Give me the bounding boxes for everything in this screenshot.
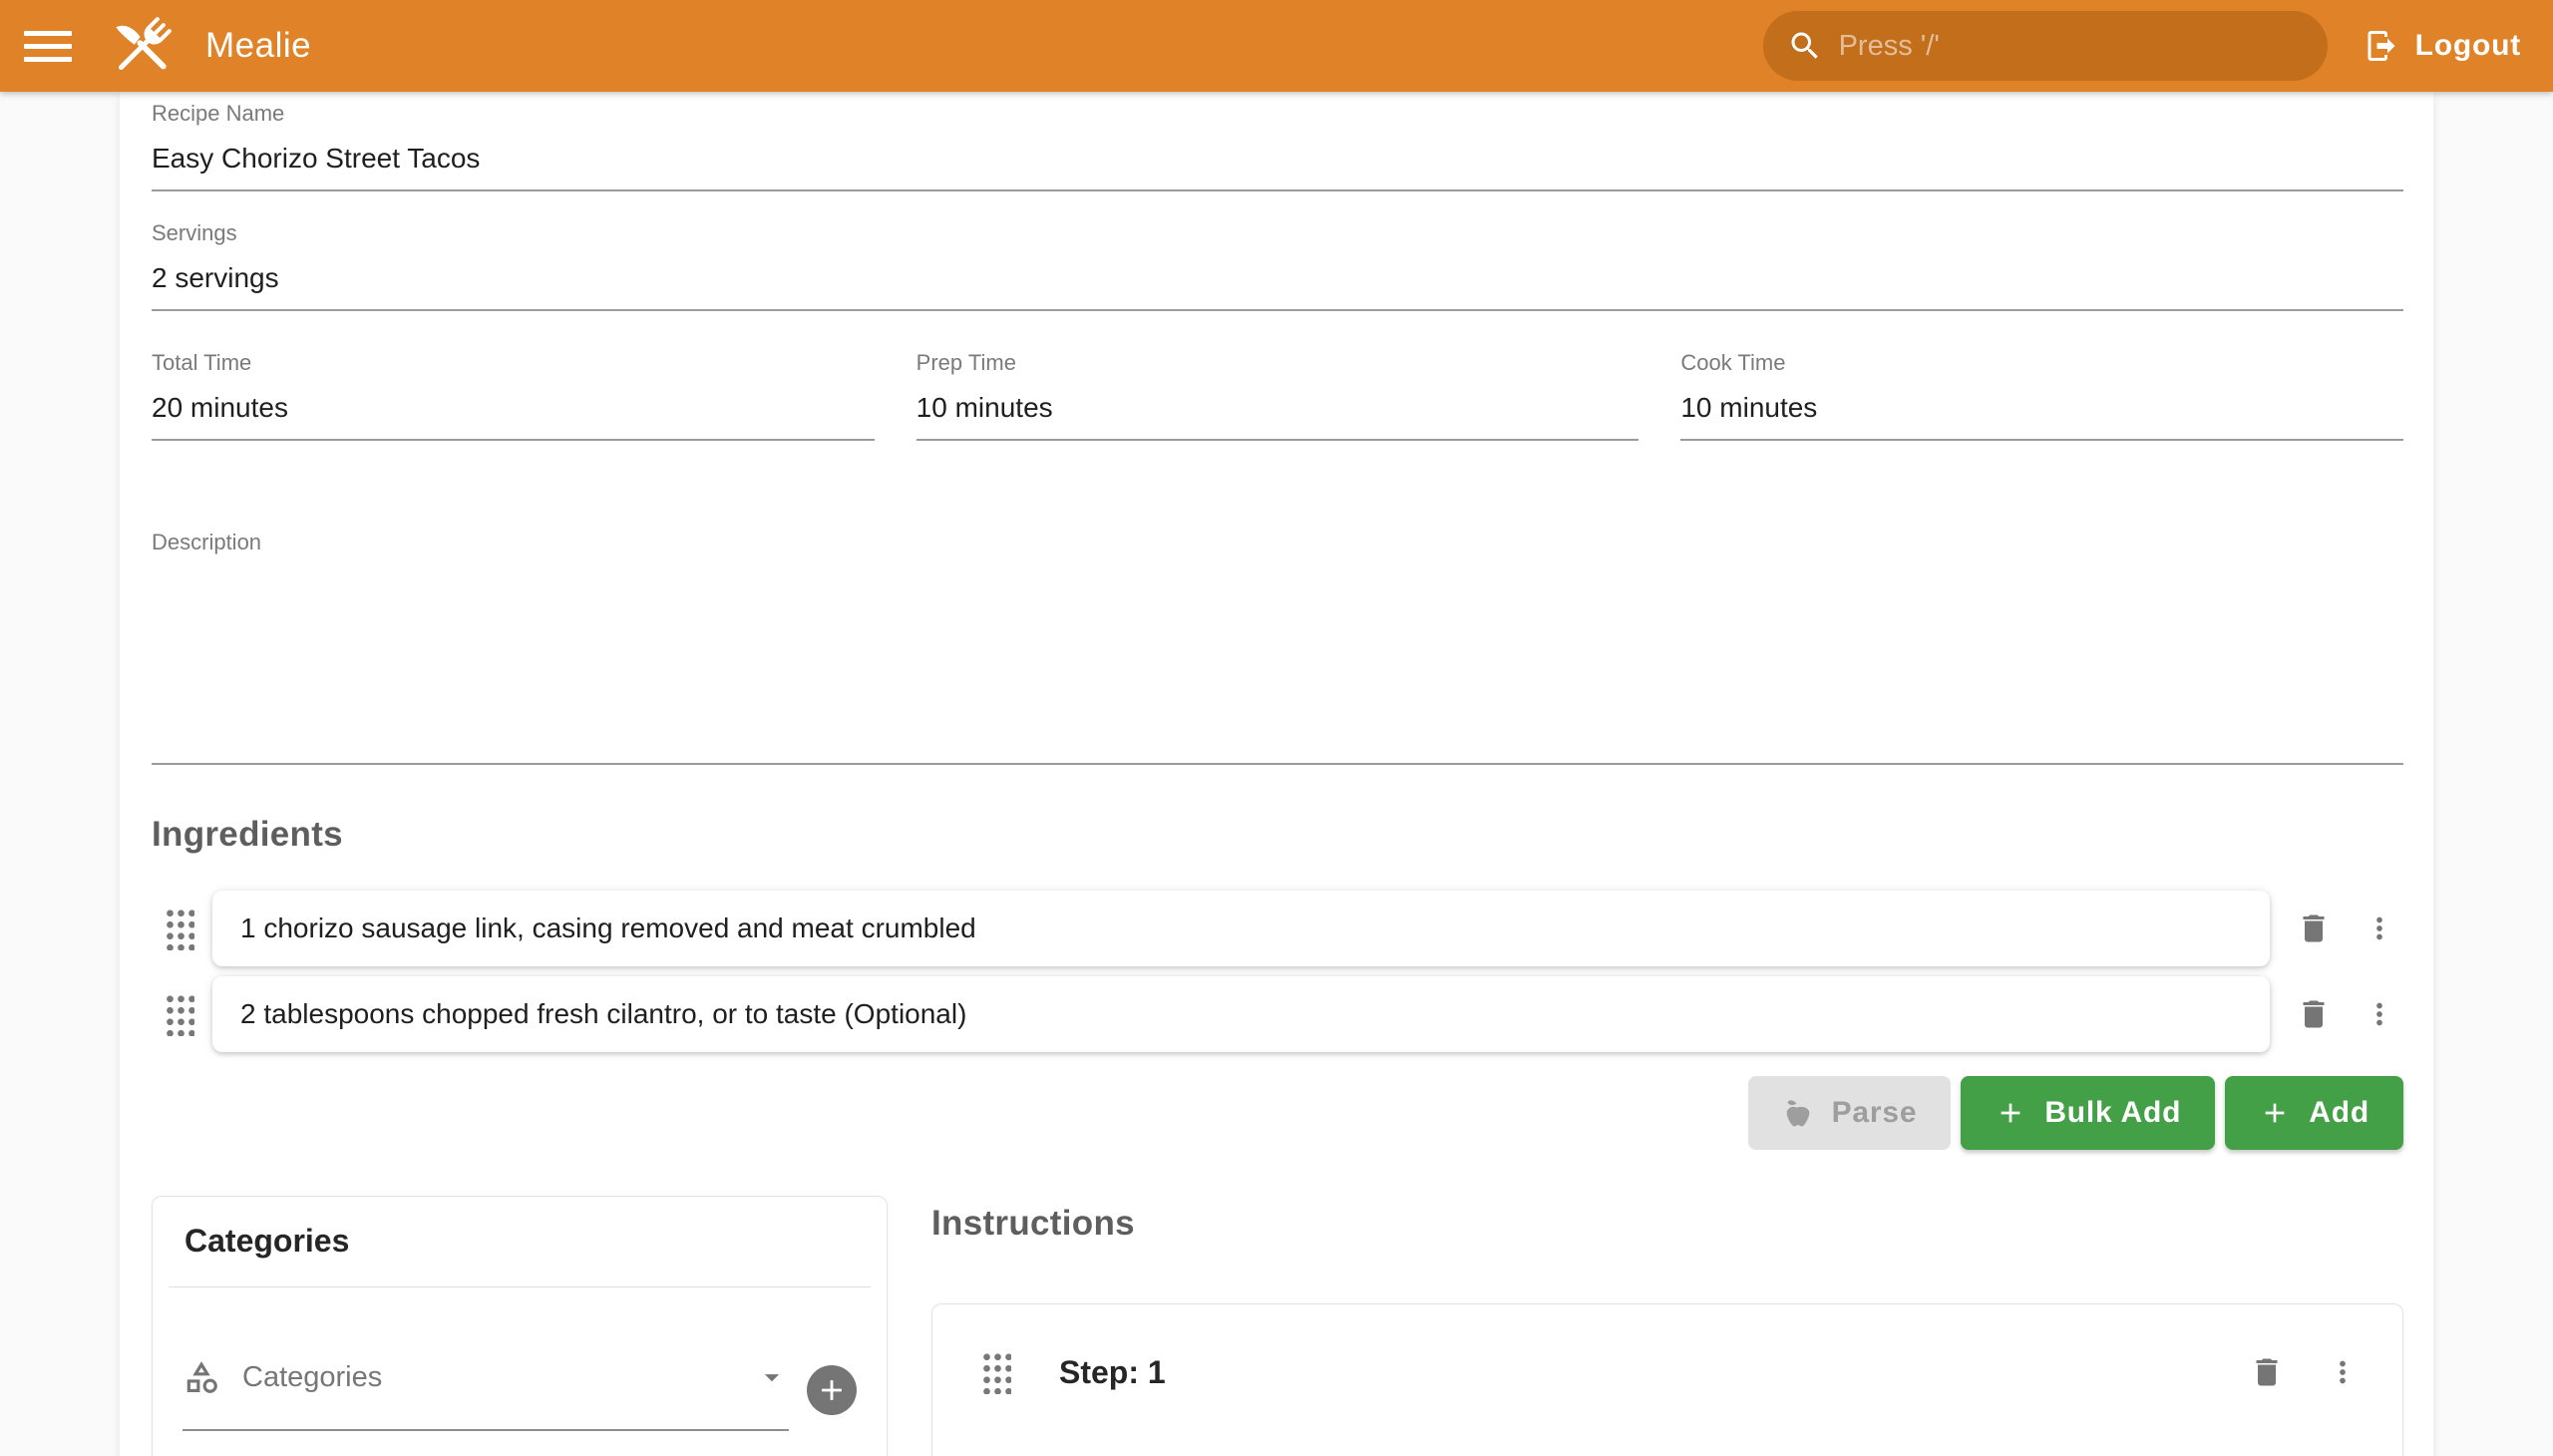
step-menu-button[interactable] [2319,1348,2367,1396]
logout-button[interactable]: Logout [2356,11,2529,81]
description-field[interactable]: Description [152,531,2403,765]
description-underline [152,763,2403,765]
delete-step-button[interactable] [2243,1348,2291,1396]
instructions-column: Instructions Step: 1 [931,1196,2403,1456]
recipe-name-label: Recipe Name [152,102,2403,126]
delete-ingredient-button[interactable] [2290,990,2338,1038]
logout-label: Logout [2415,29,2521,63]
parse-button[interactable]: Parse [1748,1076,1952,1150]
parse-label: Parse [1832,1096,1918,1130]
delete-ingredient-button[interactable] [2290,905,2338,952]
shapes-icon [182,1358,220,1396]
app-title: Mealie [205,26,311,66]
add-button[interactable]: Add [2225,1076,2403,1150]
cook-time-field[interactable]: Cook Time 10 minutes [1680,351,2403,441]
categories-title: Categories [153,1197,887,1261]
servings-field[interactable]: Servings 2 servings [152,221,2403,311]
cook-time-label: Cook Time [1680,351,2403,375]
ingredient-menu-button[interactable] [2356,905,2403,952]
categories-select-placeholder: Categories [242,1361,755,1394]
search-box[interactable] [1763,11,2328,81]
step-title: Step: 1 [1059,1354,1166,1391]
servings-value[interactable]: 2 servings [152,261,2403,295]
description-textarea[interactable] [152,554,2403,749]
add-label: Add [2309,1096,2370,1130]
plus-icon [2259,1097,2291,1129]
kebab-menu-icon [2363,911,2396,945]
total-time-value[interactable]: 20 minutes [152,391,875,425]
chevron-down-icon [755,1360,789,1394]
trash-icon [2296,910,2332,946]
logout-icon [2364,28,2399,64]
ingredient-actions: Parse Bulk Add Add [152,1076,2403,1150]
drag-handle-icon[interactable] [980,1350,1011,1394]
categories-select[interactable]: Categories [182,1349,789,1431]
search-icon [1787,28,1823,64]
categories-card: Categories Categories [152,1196,888,1456]
bulk-add-label: Bulk Add [2044,1096,2181,1130]
prep-time-label: Prep Time [916,351,1640,375]
description-label: Description [152,531,2403,554]
step-card: Step: 1 Combine crumbled chorizo and chi… [931,1303,2403,1456]
total-time-underline [152,439,875,441]
cook-time-value[interactable]: 10 minutes [1680,391,2403,425]
plus-icon [1995,1097,2026,1129]
kebab-menu-icon [2363,997,2396,1031]
recipe-name-field[interactable]: Recipe Name Easy Chorizo Street Tacos [152,102,2403,191]
total-time-field[interactable]: Total Time 20 minutes [152,351,875,441]
kebab-menu-icon [2326,1355,2360,1389]
instructions-header: Instructions [931,1204,2403,1244]
app-bar: Mealie Logout [0,0,2553,92]
trash-icon [2249,1354,2285,1390]
prep-time-value[interactable]: 10 minutes [916,391,1640,425]
trash-icon [2296,996,2332,1032]
ingredient-row: 1 chorizo sausage link, casing removed a… [152,891,2403,966]
divider [169,1286,871,1287]
recipe-editor-card: Recipe Name Easy Chorizo Street Tacos Se… [120,92,2433,1456]
recipe-name-value[interactable]: Easy Chorizo Street Tacos [152,142,2403,176]
plus-icon [815,1373,849,1407]
search-input[interactable] [1839,30,2304,63]
servings-label: Servings [152,221,2403,245]
ingredient-input[interactable]: 2 tablespoons chopped fresh cilantro, or… [212,976,2270,1052]
mealie-logo-icon [106,9,180,83]
total-time-label: Total Time [152,351,875,375]
ingredient-menu-button[interactable] [2356,990,2403,1038]
apple-icon [1782,1097,1814,1129]
drag-handle-icon[interactable] [164,992,194,1036]
servings-underline [152,309,2403,311]
add-category-button[interactable] [807,1365,857,1415]
recipe-name-underline [152,189,2403,191]
hamburger-menu-button[interactable] [24,26,72,66]
bulk-add-button[interactable]: Bulk Add [1961,1076,2215,1150]
ingredient-list: 1 chorizo sausage link, casing removed a… [152,891,2403,1052]
cook-time-underline [1680,439,2403,441]
ingredient-input[interactable]: 1 chorizo sausage link, casing removed a… [212,891,2270,966]
prep-time-underline [916,439,1640,441]
ingredient-row: 2 tablespoons chopped fresh cilantro, or… [152,976,2403,1052]
prep-time-field[interactable]: Prep Time 10 minutes [916,351,1640,441]
ingredients-header: Ingredients [152,815,2403,855]
categories-select-underline [182,1429,789,1431]
drag-handle-icon[interactable] [164,907,194,950]
